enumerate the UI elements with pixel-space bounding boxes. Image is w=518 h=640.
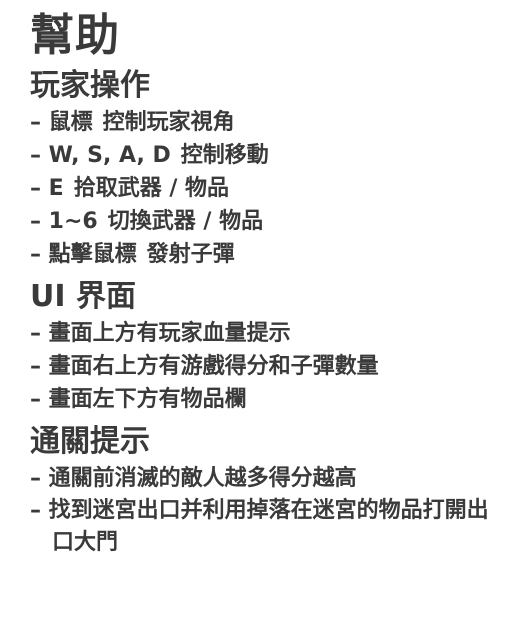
page-title: 幫助 [30,10,120,61]
list-item: – W, S, A, D 控制移動 [30,139,510,172]
control-description: 控制移動 [180,143,269,168]
controls-list: – 鼠標 控制玩家視角 – W, S, A, D 控制移動 – E 拾取武器 / 物品… [30,106,510,271]
control-description: 控制玩家視角 [102,110,235,135]
list-item: – E 拾取武器 / 物品 [30,172,510,205]
section-heading-clear-tips: 通關提示 [30,424,150,459]
control-description: 拾取武器 / 物品 [73,176,230,201]
ui-list: – 畫面上方有玩家血量提示 – 畫面右上方有游戲得分和子彈數量 – 畫面左下方有… [30,317,510,416]
list-item: – 鼠標 控制玩家視角 [30,106,510,139]
list-item: – 點擊鼠標 發射子彈 [30,238,510,271]
list-item: – 找到迷宮出口并利用掉落在迷宮的物品打開出口大門 [30,498,489,555]
list-item: – 畫面左下方有物品欄 [30,387,247,412]
control-key: – 1~6 [30,209,98,234]
clear-tips-list: – 通關前消滅的敵人越多得分越高 – 找到迷宮出口并利用掉落在迷宮的物品打開出口… [30,462,510,559]
control-key: – 鼠標 [30,110,93,135]
control-key: – 點擊鼠標 [30,242,137,267]
control-key: – W, S, A, D [30,143,171,168]
help-page: 幫助 玩家操作 – 鼠標 控制玩家視角 – W, S, A, D 控制移動 – E 拾… [30,8,510,565]
control-description: 切換武器 / 物品 [107,209,264,234]
section-heading-ui: UI 界面 [30,279,136,314]
list-item: – 畫面上方有玩家血量提示 [30,321,291,346]
list-item: – 通關前消滅的敵人越多得分越高 [30,466,357,491]
control-key: – E [30,176,64,201]
section-heading-controls: 玩家操作 [30,68,150,103]
list-item: – 1~6 切換武器 / 物品 [30,205,510,238]
list-item: – 畫面右上方有游戲得分和子彈數量 [30,354,379,379]
control-description: 發射子彈 [146,242,235,267]
